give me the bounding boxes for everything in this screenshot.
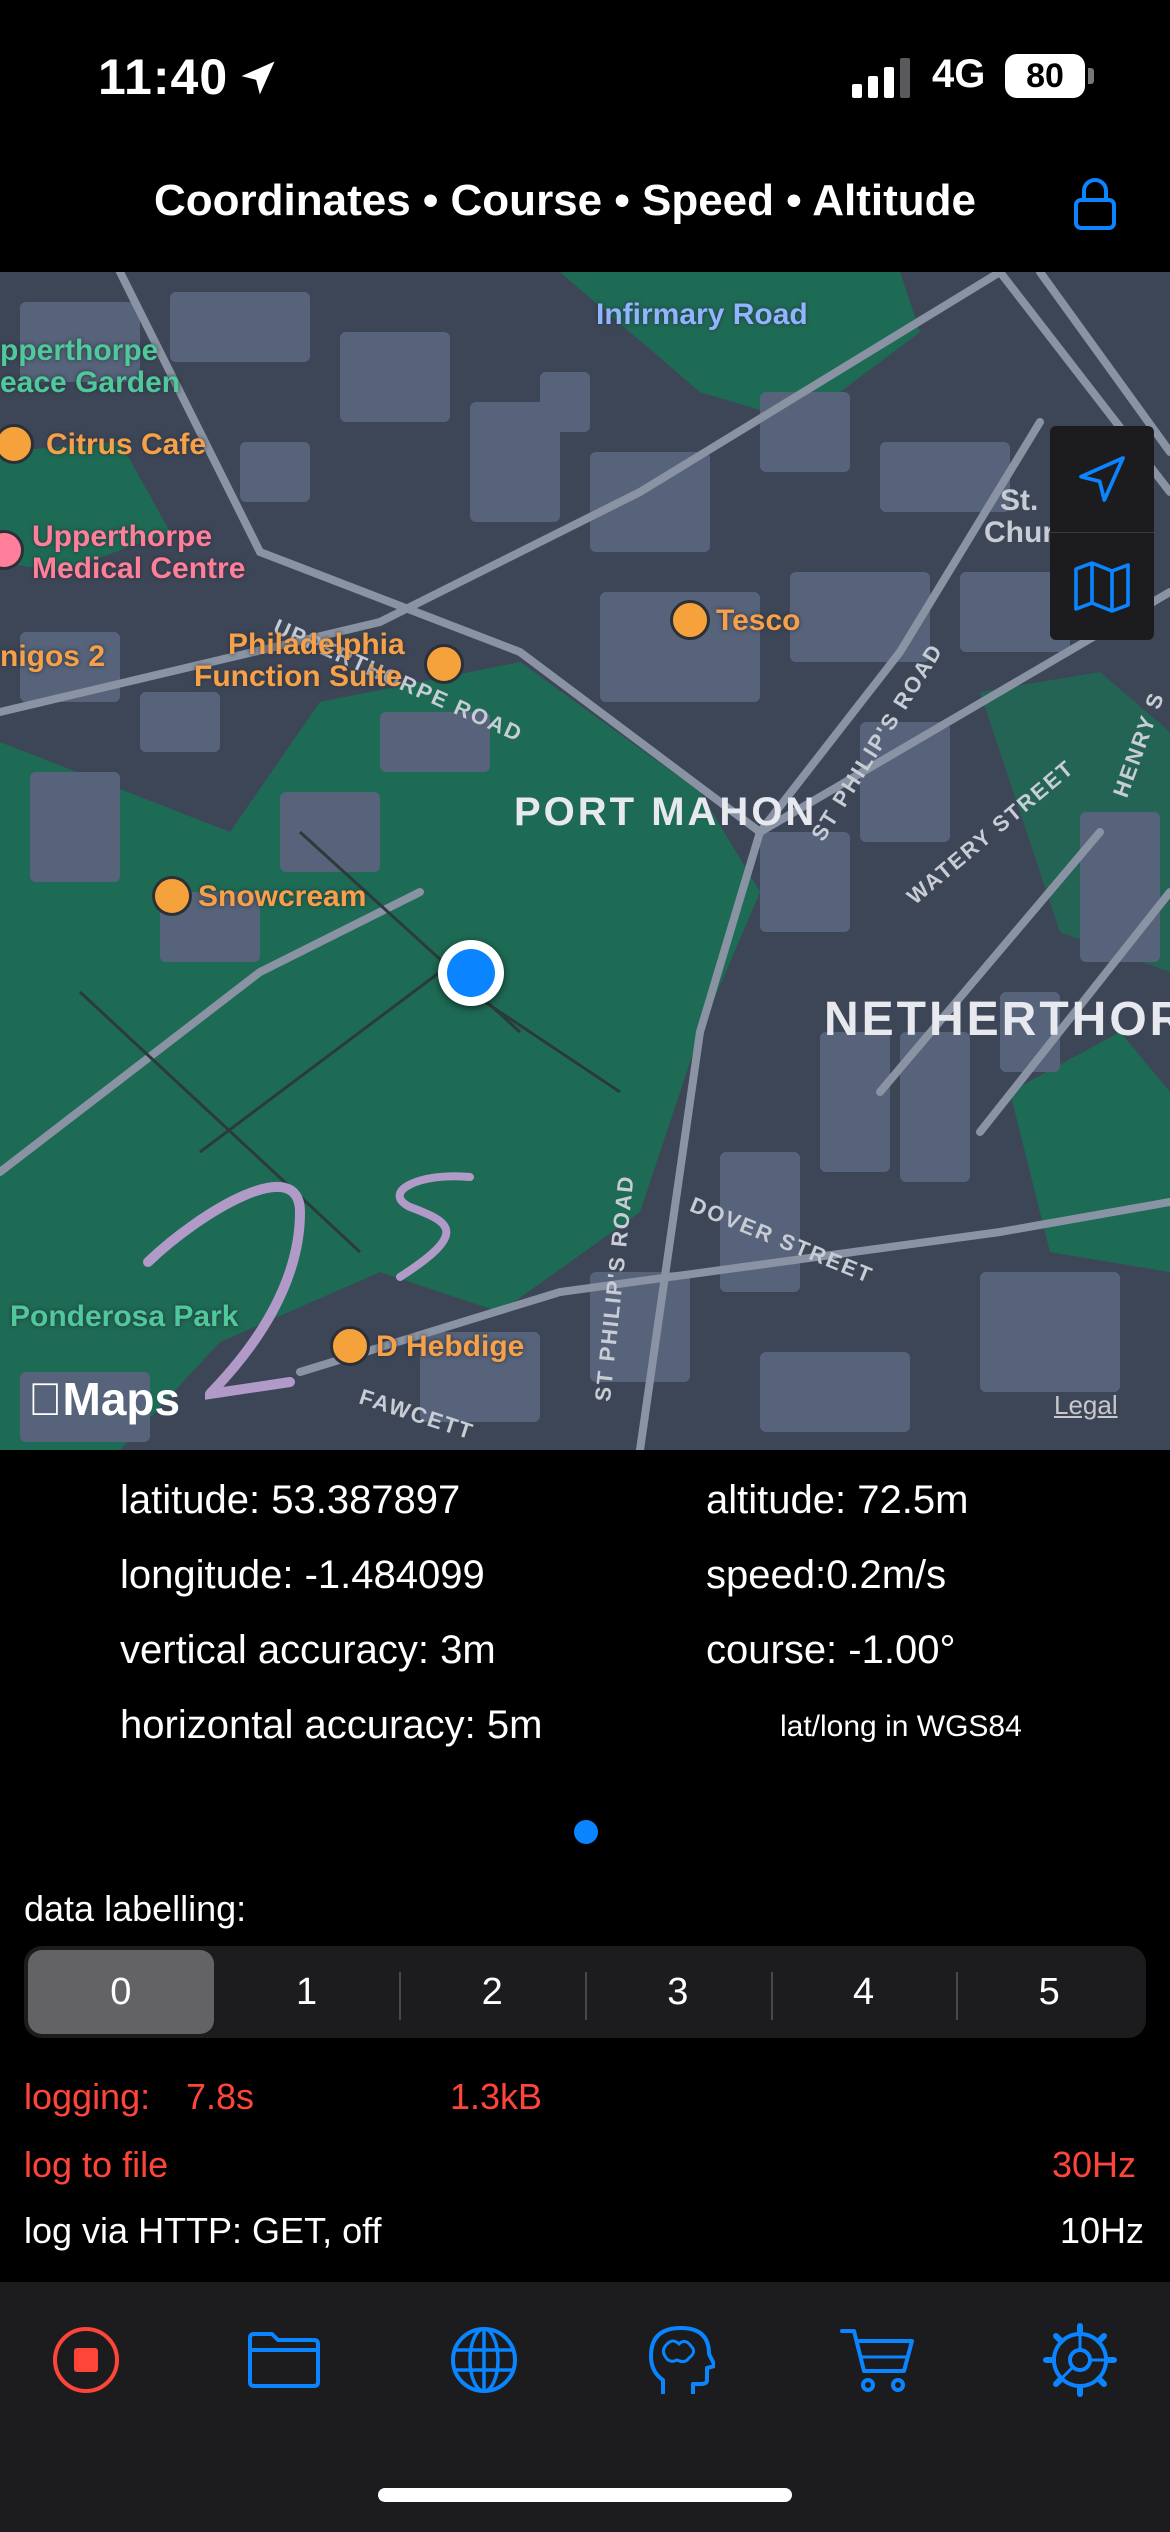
track-location-button[interactable]: [1050, 426, 1154, 533]
folder-icon: [248, 2332, 320, 2388]
http-rate[interactable]: 10Hz: [1060, 2210, 1144, 2252]
lock-icon[interactable]: [1072, 176, 1118, 232]
log-to-file-toggle[interactable]: log to file: [24, 2144, 168, 2186]
logging-label: logging:: [24, 2076, 151, 2117]
map-label-tesco: Tesco: [716, 604, 801, 637]
apple-logo-icon: : [28, 1373, 63, 1425]
shop-icon: [670, 600, 710, 640]
map-label-port-mahon: PORT MAHON: [514, 790, 818, 834]
home-indicator[interactable]: [378, 2488, 792, 2502]
tab-store[interactable]: [838, 2320, 918, 2400]
apple-maps-logo: Maps: [28, 1372, 180, 1426]
map-label-philadelphia-2: Function Suite: [194, 660, 403, 693]
map-label-medical-1: Upperthorpe: [32, 520, 212, 553]
map-controls: [1050, 426, 1154, 640]
segment-divider: [956, 1972, 959, 2020]
map-view[interactable]: Infirmary Road pperthorpe eace Garden Ci…: [0, 272, 1170, 1450]
speed-readout: speed:0.2m/s: [706, 1553, 947, 1597]
map-type-button[interactable]: [1050, 533, 1154, 640]
user-location-dot: [438, 940, 504, 1006]
segment-label: 5: [1038, 1970, 1060, 2013]
segment-5[interactable]: 5: [956, 1950, 1142, 2034]
tab-ml[interactable]: [640, 2320, 720, 2400]
map-label-medical-2: Medical Centre: [32, 552, 246, 585]
latitude-readout: latitude: 53.387897: [120, 1478, 461, 1522]
map-label-ponderosa: Ponderosa Park: [10, 1300, 239, 1333]
record-icon: [53, 2327, 119, 2393]
battery-level: 80: [1005, 54, 1085, 98]
segment-label: 1: [295, 1970, 318, 2013]
longitude-readout: longitude: -1.484099: [120, 1553, 485, 1597]
tab-settings[interactable]: [1040, 2320, 1120, 2400]
logging-size: 1.3kB: [450, 2076, 543, 2117]
datum-note: lat/long in WGS84: [780, 1710, 1022, 1743]
segment-label: 3: [667, 1970, 689, 2013]
altitude-readout: altitude: 72.5m: [706, 1478, 969, 1522]
segment-0[interactable]: 0: [28, 1950, 214, 2034]
map-icon: [1074, 560, 1130, 613]
segment-1[interactable]: 1: [214, 1950, 400, 2034]
map-label-migos: nigos 2: [0, 640, 106, 673]
course-readout: course: -1.00°: [706, 1628, 956, 1672]
map-label-citrus-cafe: Citrus Cafe: [46, 428, 207, 461]
vertical-accuracy-readout: vertical accuracy: 3m: [120, 1628, 496, 1672]
file-rate[interactable]: 30Hz: [1052, 2144, 1136, 2186]
gear-icon: [1043, 2323, 1117, 2397]
map-label-snowcream: Snowcream: [198, 880, 367, 913]
map-label-netherthorpe: NETHERTHORPE: [824, 993, 1170, 1046]
tab-network[interactable]: [444, 2320, 524, 2400]
battery-nub: [1088, 68, 1094, 84]
brain-icon: [649, 2326, 715, 2394]
location-arrow-icon: [241, 61, 275, 95]
horizontal-accuracy-readout: horizontal accuracy: 5m: [120, 1703, 543, 1747]
map-label-garden-2: eace Garden: [0, 366, 181, 399]
logging-duration: 7.8s: [186, 2076, 255, 2117]
data-labelling-label: data labelling:: [24, 1888, 247, 1929]
map-label-infirmary-road: Infirmary Road: [596, 298, 808, 331]
location-arrow-icon: [1079, 456, 1125, 502]
segment-divider: [770, 1972, 773, 2020]
status-bar: 11:40 4G 80: [0, 0, 1170, 150]
page-title: Coordinates • Course • Speed • Altitude: [153, 176, 976, 225]
network-type: 4G: [932, 52, 986, 96]
pub-icon: [424, 644, 464, 684]
map-label-churchyard-1: St.: [1000, 484, 1039, 517]
map-label-garden-1: pperthorpe: [0, 334, 159, 367]
segment-label: 4: [852, 1970, 875, 2013]
map-label-philadelphia-1: Philadelphia: [228, 628, 405, 661]
segment-divider: [399, 1972, 402, 2020]
page-indicator[interactable]: [574, 1820, 598, 1844]
maps-brand: Maps: [28, 1373, 181, 1425]
data-labelling-control: 0 1 2 3 4 5: [24, 1946, 1146, 2038]
log-via-http-toggle[interactable]: log via HTTP: GET, off: [24, 2210, 381, 2252]
tab-record[interactable]: [46, 2320, 126, 2400]
status-time: 11:40: [98, 49, 229, 105]
cart-icon: [840, 2329, 914, 2392]
dessert-icon: [152, 876, 192, 916]
segment-4[interactable]: 4: [770, 1950, 957, 2034]
globe-icon: [451, 2327, 517, 2393]
map-label-hebdige: D Hebdige: [376, 1330, 525, 1363]
segment-3[interactable]: 3: [585, 1950, 771, 2034]
legal-link[interactable]: Legal: [1054, 1390, 1118, 1421]
shop-icon: [330, 1326, 370, 1366]
cellular-signal-icon: [852, 58, 910, 98]
tab-files[interactable]: [244, 2320, 324, 2400]
segment-divider: [585, 1972, 588, 2020]
segment-label: 2: [481, 1970, 503, 2013]
segment-2[interactable]: 2: [399, 1950, 585, 2034]
